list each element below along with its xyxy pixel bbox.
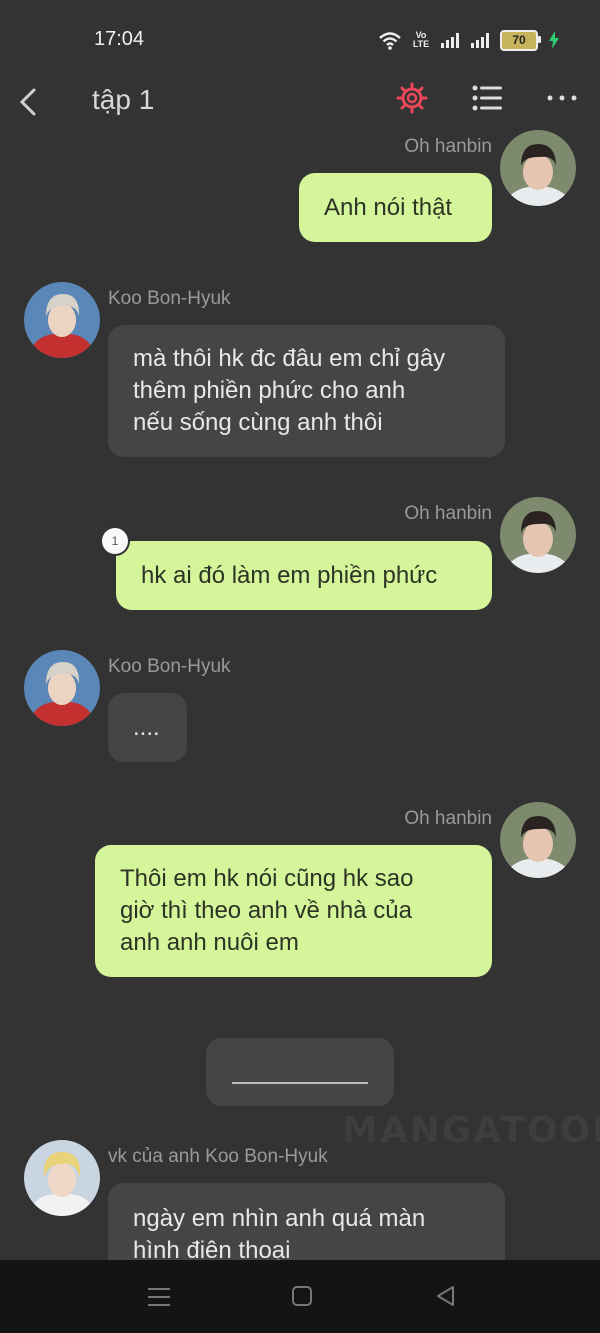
- sender-name: Oh hanbin: [404, 136, 492, 157]
- message-bubble[interactable]: Thôi em hk nói cũng hk sao giờ thì theo …: [95, 845, 492, 977]
- status-icons: Vo LTE 70: [378, 28, 560, 52]
- message-text: hk ai đó làm em phiền phức: [141, 562, 438, 589]
- page-title: tập 1: [92, 84, 155, 115]
- sender-name: Koo Bon-Hyuk: [108, 656, 231, 677]
- navigation-bar: [0, 1260, 600, 1333]
- app-bar: tập 1: [0, 72, 600, 132]
- sender-name: Oh hanbin: [404, 503, 492, 524]
- battery-indicator: 70: [500, 29, 541, 51]
- signal-icon-2: [471, 33, 489, 48]
- message-line: mà thôi hk đc đâu em chỉ gây: [133, 345, 446, 372]
- sender-name: Koo Bon-Hyuk: [108, 288, 231, 309]
- message-line: Thôi em hk nói cũng hk sao: [120, 865, 414, 892]
- more-options-icon[interactable]: [546, 90, 578, 106]
- avatar[interactable]: [24, 1140, 100, 1216]
- gear-icon[interactable]: [396, 82, 428, 114]
- divider-line: [232, 1082, 368, 1084]
- message-bubble[interactable]: ....: [108, 693, 187, 762]
- scene-divider: [206, 1038, 394, 1106]
- wifi-icon: [379, 32, 401, 50]
- signal-icon-1: [441, 33, 459, 48]
- home-icon[interactable]: [290, 1284, 314, 1308]
- recent-apps-icon[interactable]: [146, 1286, 172, 1308]
- message-line: anh anh nuôi em: [120, 929, 299, 956]
- charging-icon: [549, 31, 559, 49]
- message-line: ngày em nhìn anh quá màn: [133, 1205, 426, 1232]
- avatar[interactable]: [500, 497, 576, 573]
- chapter-list-icon[interactable]: [472, 84, 502, 112]
- status-time: 17:04: [94, 28, 145, 50]
- watermark: MANGATOON: [342, 1110, 600, 1151]
- avatar[interactable]: [500, 802, 576, 878]
- message-bubble[interactable]: mà thôi hk đc đâu em chỉ gây thêm phiền …: [108, 325, 505, 457]
- message-bubble[interactable]: Anh nói thật: [299, 173, 492, 242]
- message-text: ....: [133, 714, 160, 741]
- message-bubble[interactable]: hk ai đó làm em phiền phức: [116, 541, 492, 610]
- sender-name: Oh hanbin: [404, 808, 492, 829]
- message-line: giờ thì theo anh về nhà của: [120, 897, 412, 924]
- avatar[interactable]: [24, 282, 100, 358]
- message-line: nếu sống cùng anh thôi: [133, 409, 383, 436]
- sender-name: vk của anh Koo Bon-Hyuk: [108, 1146, 328, 1167]
- back-triangle-icon[interactable]: [434, 1284, 458, 1308]
- back-arrow-icon[interactable]: [14, 82, 44, 122]
- message-line: thêm phiền phức cho anh: [133, 377, 406, 404]
- comment-count-badge[interactable]: 1: [102, 528, 128, 554]
- message-text: Anh nói thật: [324, 194, 453, 221]
- volte-label: Vo LTE: [412, 30, 430, 49]
- avatar[interactable]: [500, 130, 576, 206]
- avatar[interactable]: [24, 650, 100, 726]
- status-bar: 17:04 Vo LTE 70: [0, 0, 600, 72]
